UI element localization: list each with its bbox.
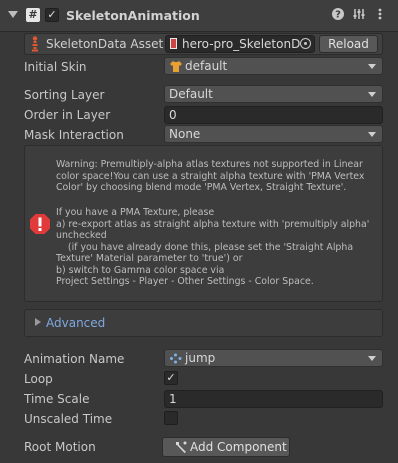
sorting-layer-value: Default xyxy=(169,87,213,101)
advanced-label[interactable]: Advanced xyxy=(46,316,105,330)
warning-line: Project Settings - Player - Other Settin… xyxy=(56,276,314,287)
mask-interaction-value: None xyxy=(169,127,201,141)
initial-skin-value: default xyxy=(185,59,228,73)
warning-line: Texture' Material parameter to 'true') o… xyxy=(56,253,243,264)
skin-shirt-icon xyxy=(169,59,183,77)
warning-line: If you have a PMA Texture, please xyxy=(56,207,215,218)
foldout-arrow-icon[interactable] xyxy=(8,11,18,18)
chevron-down-icon xyxy=(368,356,376,361)
warning-line: Warning: Premultiply-alpha atlas texture… xyxy=(56,159,363,170)
animation-icon xyxy=(169,352,183,369)
warning-line: color space!You can use a straight alpha… xyxy=(56,170,365,182)
chevron-down-icon xyxy=(368,132,376,137)
unscaled-time-checkbox[interactable] xyxy=(164,411,178,425)
initial-skin-dropdown[interactable]: default xyxy=(164,57,383,75)
object-picker-icon[interactable] xyxy=(300,38,311,49)
add-component-label: Add Component xyxy=(190,440,287,454)
order-in-layer-input[interactable]: 0 xyxy=(164,106,383,124)
loop-label: Loop xyxy=(24,372,53,386)
root-motion-label: Root Motion xyxy=(24,440,96,454)
component-title: SkeletonAnimation xyxy=(66,8,200,23)
chevron-down-icon xyxy=(368,92,376,97)
warning-line: (if you have already done this, please s… xyxy=(56,241,354,253)
skeleton-data-label: SkeletonData Asset xyxy=(46,37,164,51)
sorting-layer-label: Sorting Layer xyxy=(24,88,105,102)
warning-line: b) switch to Gamma color space via xyxy=(56,264,225,276)
sorting-layer-dropdown[interactable]: Default xyxy=(164,85,383,103)
hash-script-icon: # xyxy=(26,8,40,22)
time-scale-input[interactable]: 1 xyxy=(164,390,383,408)
loop-checkbox[interactable]: ✓ xyxy=(164,371,178,385)
warning-line: a) re-export atlas as straight alpha tex… xyxy=(56,218,370,230)
add-component-button[interactable]: Add Component xyxy=(162,437,290,457)
kebab-menu-icon[interactable] xyxy=(372,7,388,23)
warning-line: unchecked xyxy=(56,230,107,241)
presets-icon[interactable] xyxy=(351,7,367,23)
help-icon[interactable]: ? xyxy=(330,7,346,23)
mask-interaction-label: Mask Interaction xyxy=(24,128,124,142)
animation-name-dropdown[interactable]: jump xyxy=(164,349,383,367)
unscaled-time-label: Unscaled Time xyxy=(24,412,113,426)
animation-name-value: jump xyxy=(185,351,216,365)
svg-text:?: ? xyxy=(335,10,341,21)
skeleton-data-value: hero-pro_SkeletonD xyxy=(182,37,300,51)
order-in-layer-label: Order in Layer xyxy=(24,108,111,122)
initial-skin-label: Initial Skin xyxy=(24,60,87,74)
wrench-icon xyxy=(175,441,187,456)
skeleton-data-object-field[interactable]: hero-pro_SkeletonD xyxy=(165,35,315,53)
error-icon xyxy=(29,213,51,238)
chevron-down-icon xyxy=(368,64,376,69)
component-enabled-checkbox[interactable]: ✓ xyxy=(45,8,59,22)
mask-interaction-dropdown[interactable]: None xyxy=(164,125,383,143)
spine-skeleton-icon xyxy=(30,36,40,55)
foldout-closed-icon[interactable] xyxy=(35,318,41,326)
animation-name-label: Animation Name xyxy=(24,352,125,366)
component-header: # ✓ SkeletonAnimation ? xyxy=(0,0,398,32)
reload-button[interactable]: Reload xyxy=(319,35,378,53)
warning-line: Color' by choosing blend mode 'PMA Verte… xyxy=(56,182,347,193)
asset-icon xyxy=(170,38,177,49)
time-scale-label: Time Scale xyxy=(24,392,90,406)
